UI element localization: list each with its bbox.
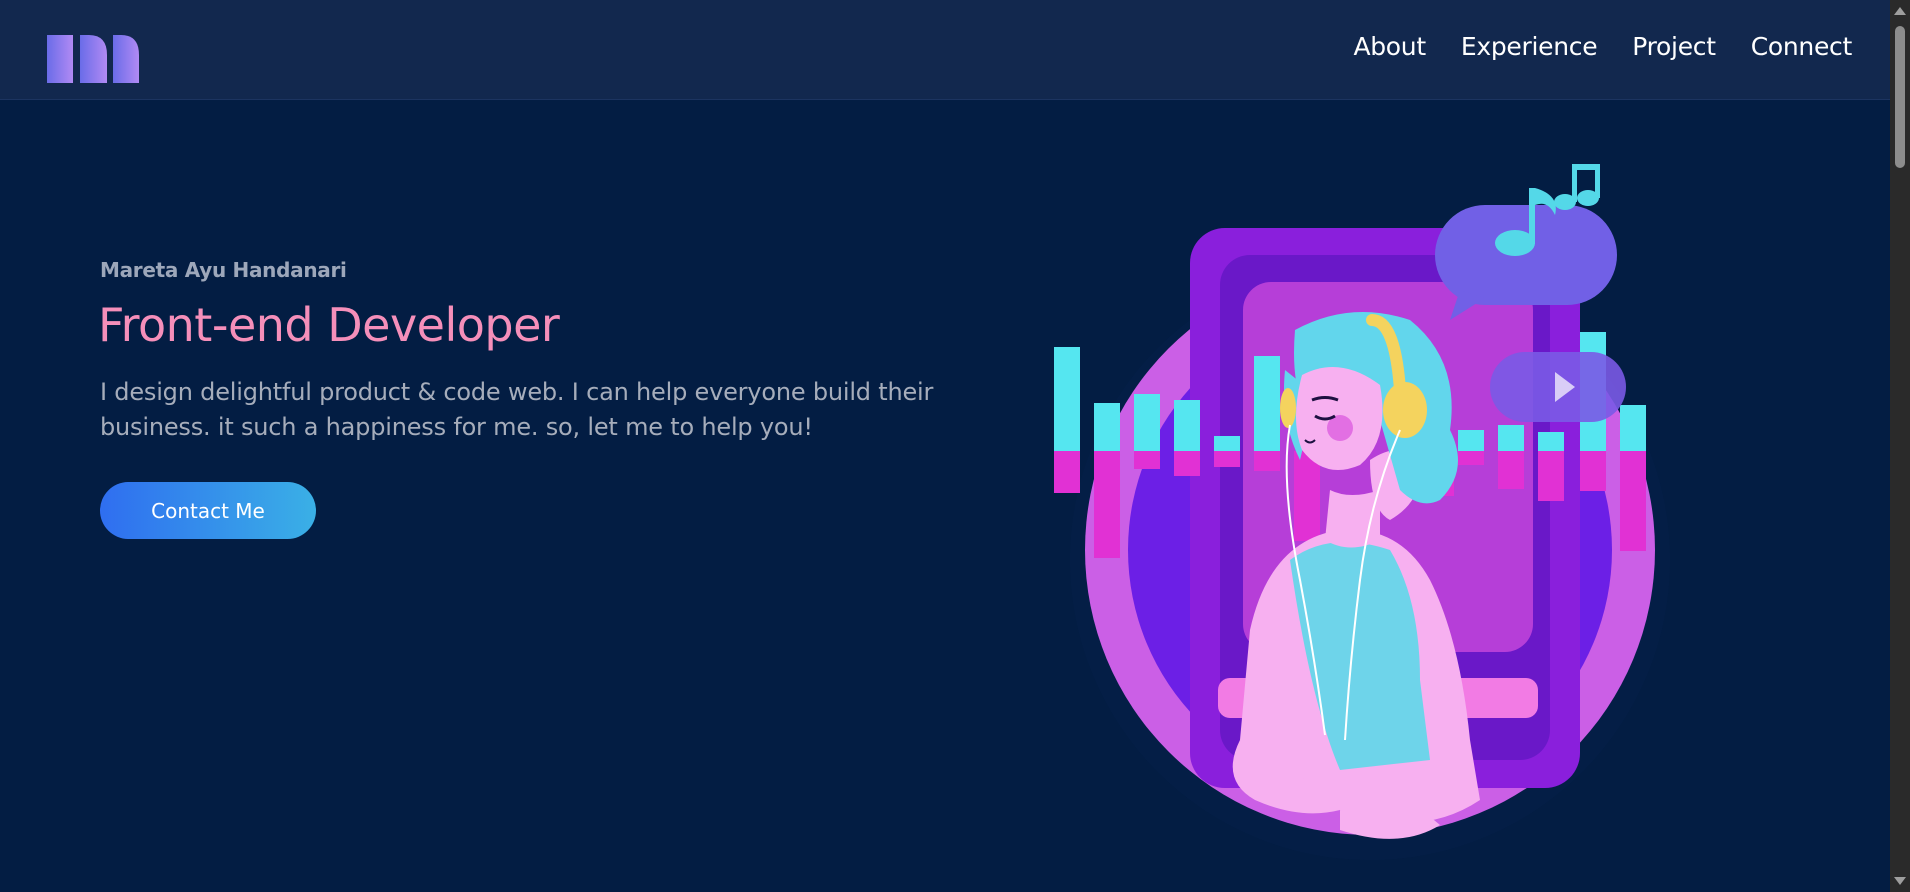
scroll-up-arrow-icon[interactable] [1894,7,1906,15]
hero-description: I design delightful product & code web. … [100,378,934,441]
nav-item-experience[interactable]: Experience [1461,32,1598,61]
scroll-thumb[interactable] [1895,26,1905,168]
nav-item-project[interactable]: Project [1632,32,1716,61]
hero-name: Mareta Ayu Handanari [100,258,347,282]
navbar: About Experience Project Connect [0,0,1890,100]
vertical-scrollbar[interactable] [1890,0,1910,892]
play-bubble [1490,352,1626,422]
nav-item-connect[interactable]: Connect [1751,32,1853,61]
page: About Experience Project Connect Mareta … [0,0,1890,892]
m-logo-icon[interactable] [47,35,139,83]
hero-title: Front-end Developer [98,298,560,352]
contact-me-button[interactable]: Contact Me [100,482,316,539]
music-note-bubble [1435,164,1617,320]
main-nav: About Experience Project Connect [1353,32,1852,61]
nav-item-about[interactable]: About [1353,32,1426,61]
scroll-down-arrow-icon[interactable] [1894,877,1906,885]
girl-with-headphones-illustration [1054,164,1670,860]
